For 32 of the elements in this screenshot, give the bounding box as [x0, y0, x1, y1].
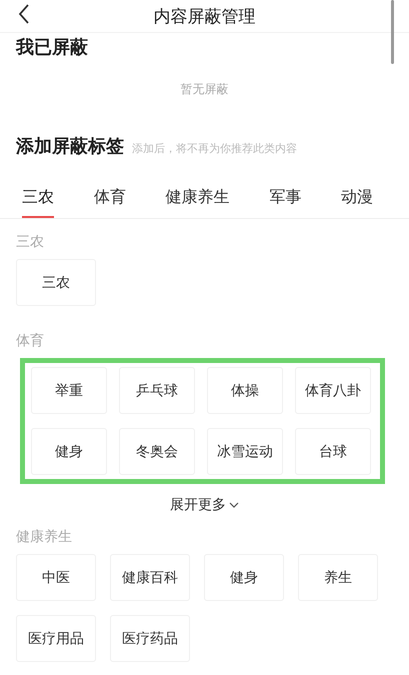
empty-text: 暂无屏蔽	[180, 81, 230, 98]
tag-button[interactable]: 养生	[298, 554, 378, 601]
tag-button[interactable]: 乒乓球	[119, 367, 195, 414]
tag-button[interactable]: 三农	[16, 259, 96, 306]
section-title: 添加屏蔽标签	[16, 135, 124, 158]
group-label: 体育	[16, 332, 45, 350]
scrollbar	[391, 0, 394, 64]
category-tab[interactable]: 军事	[269, 182, 302, 218]
hint-text: 添加后，将不再为你推荐此类内容	[132, 141, 297, 156]
tag-button[interactable]: 体操	[207, 367, 283, 414]
tag-button[interactable]: 冰雪运动	[207, 428, 283, 475]
group-label: 三农	[16, 233, 45, 251]
page-title: 内容屏蔽管理	[154, 6, 256, 28]
category-tab[interactable]: 体育	[94, 182, 126, 218]
tag-button[interactable]: 健康百科	[110, 554, 190, 601]
back-icon[interactable]	[18, 4, 30, 24]
tag-button[interactable]: 医疗药品	[110, 615, 190, 662]
tag-button[interactable]: 台球	[295, 428, 371, 475]
tag-button[interactable]: 冬奥会	[119, 428, 195, 475]
category-tab[interactable]: 三农	[22, 182, 54, 218]
tag-button[interactable]: 医疗用品	[16, 615, 96, 662]
tag-button[interactable]: 举重	[31, 367, 107, 414]
chevron-down-icon	[229, 502, 239, 508]
category-tab[interactable]: 动漫	[341, 182, 373, 218]
category-tab[interactable]: 健康养生	[166, 182, 230, 218]
tag-button[interactable]: 中医	[16, 554, 96, 601]
tag-button[interactable]: 体育八卦	[295, 367, 371, 414]
group-label: 健康养生	[16, 528, 73, 546]
section-title: 我已屏蔽	[14, 36, 89, 59]
tag-button[interactable]: 健身	[204, 554, 284, 601]
expand-more-link[interactable]: 展开更多	[170, 496, 239, 514]
tag-button[interactable]: 健身	[31, 428, 107, 475]
